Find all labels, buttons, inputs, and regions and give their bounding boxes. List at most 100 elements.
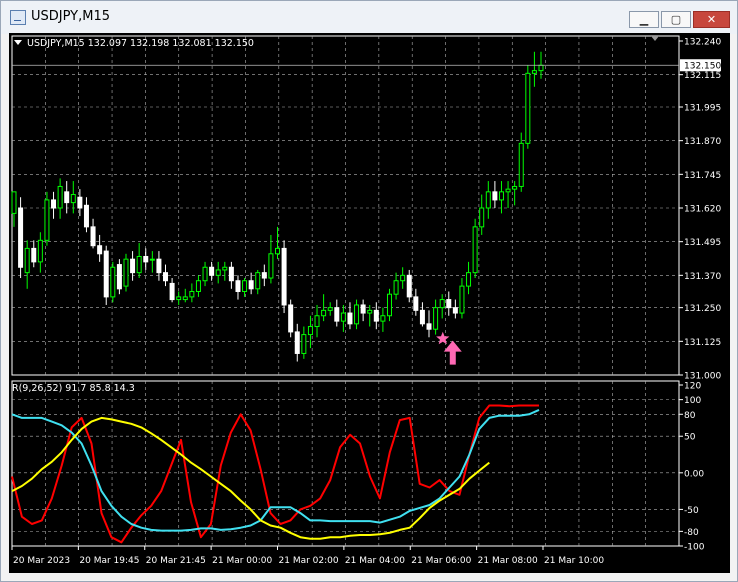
candle-body xyxy=(143,255,149,263)
candle-body xyxy=(538,64,544,72)
chart-area[interactable]: USDJPY,M15 132.097 132.198 132.081 132.1… xyxy=(9,33,730,573)
time-tick-label: 20 Mar 21:45 xyxy=(146,556,206,566)
candle-body xyxy=(24,247,30,274)
candle-body xyxy=(169,282,175,301)
candle-body xyxy=(248,280,254,290)
candle-body xyxy=(110,266,116,298)
time-tick-label: 21 Mar 02:00 xyxy=(279,556,339,566)
candle-body xyxy=(195,280,201,292)
candle-body xyxy=(136,255,142,274)
time-tick-label: 20 Mar 2023 xyxy=(13,556,70,566)
candle-body xyxy=(44,199,50,241)
candle-body xyxy=(235,280,241,292)
price-panel[interactable]: USDJPY,M15 132.097 132.198 132.081 132.1… xyxy=(14,38,254,49)
indicator-tick-label: 100 xyxy=(684,396,701,406)
candle-body xyxy=(97,245,103,255)
close-button[interactable]: ✕ xyxy=(693,11,730,28)
price-tick-label: 131.870 xyxy=(684,137,721,147)
indicator-tick-label: -50 xyxy=(684,506,699,516)
candle-body xyxy=(386,293,392,317)
chart-background xyxy=(9,33,730,573)
candle-body xyxy=(512,185,518,190)
window-title: USDJPY,M15 xyxy=(31,9,110,24)
chart-window-icon xyxy=(10,10,26,25)
candle-body xyxy=(393,280,399,295)
candle-body xyxy=(531,70,537,74)
price-tick-label: 131.495 xyxy=(684,238,721,248)
candle-body xyxy=(360,304,366,314)
candle-body xyxy=(413,296,419,311)
candle-body xyxy=(466,272,472,287)
candle-body xyxy=(334,307,340,322)
candle-body xyxy=(301,334,307,354)
candle-body xyxy=(182,296,188,301)
candle-body xyxy=(347,312,353,325)
candle-body xyxy=(419,309,425,325)
candle-body xyxy=(70,194,76,204)
price-tick-label: 132.115 xyxy=(684,71,721,81)
candle-body xyxy=(90,226,96,247)
current-price-label: 132.150 xyxy=(684,62,721,72)
time-tick-label: 21 Mar 00:00 xyxy=(212,556,272,566)
candle-body xyxy=(498,191,504,201)
candle-body xyxy=(307,326,313,336)
candle-body xyxy=(314,315,320,328)
time-tick-label: 21 Mar 08:00 xyxy=(478,556,538,566)
price-tick-label: 131.125 xyxy=(684,338,721,348)
price-tick-label: 132.240 xyxy=(684,38,721,48)
candle-body xyxy=(242,280,248,292)
candle-body xyxy=(479,207,485,228)
candle-body xyxy=(275,247,280,255)
candle-body xyxy=(176,296,182,301)
candle-body xyxy=(268,253,274,279)
candle-body xyxy=(446,299,452,309)
symbol-header: USDJPY,M15 132.097 132.198 132.081 132.1… xyxy=(27,38,254,49)
candle-body xyxy=(340,312,346,322)
candle-body xyxy=(189,291,195,298)
candle-body xyxy=(492,191,498,201)
candle-body xyxy=(373,309,379,322)
candle-body xyxy=(321,309,327,317)
candle-body xyxy=(406,274,412,298)
candle-body xyxy=(149,258,155,261)
minimize-button[interactable]: ▁ xyxy=(629,11,659,28)
maximize-button[interactable]: ▢ xyxy=(661,11,691,28)
price-tick-label: 131.250 xyxy=(684,304,721,314)
indicator-tick-label: 80 xyxy=(684,411,696,421)
candle-body xyxy=(18,207,24,268)
candle-body xyxy=(77,196,83,209)
candle-body xyxy=(215,269,221,276)
price-tick-label: 131.620 xyxy=(684,205,721,215)
price-tick-label: 131.745 xyxy=(684,171,721,181)
candle-body xyxy=(123,258,129,287)
candle-body xyxy=(452,307,458,314)
candle-body xyxy=(380,315,386,322)
candle-body xyxy=(354,304,360,325)
time-tick-label: 21 Mar 06:00 xyxy=(411,556,471,566)
candle-body xyxy=(518,142,524,187)
candle-body xyxy=(64,191,70,204)
candle-body xyxy=(163,272,169,282)
indicator-tick-label: 0.00 xyxy=(684,469,704,479)
time-tick-label: 21 Mar 10:00 xyxy=(544,556,604,566)
indicator-tick-label: 50 xyxy=(684,433,696,443)
candle-body xyxy=(400,274,406,282)
candle-body xyxy=(255,272,261,290)
candle-body xyxy=(367,309,373,314)
candle-body xyxy=(202,266,208,282)
candle-body xyxy=(294,331,300,354)
indicator-legend: R(9,26,52) 91.7 85.8 14.3 xyxy=(12,383,135,394)
candle-body xyxy=(288,304,294,333)
candle-body xyxy=(116,264,122,290)
candle-body xyxy=(505,188,511,193)
candle-body xyxy=(156,258,162,274)
title-bar[interactable]: USDJPY,M15 ▁ ▢ ✕ xyxy=(1,1,737,34)
candle-body xyxy=(485,191,491,209)
candle-body xyxy=(37,239,43,263)
candle-body xyxy=(261,272,267,279)
candle-body xyxy=(281,247,287,306)
indicator-panel[interactable]: R(9,26,52) 91.7 85.8 14.3 xyxy=(12,383,135,394)
candle-body xyxy=(459,285,465,314)
indicator-tick-label: 120 xyxy=(684,382,701,392)
candle-body xyxy=(57,185,63,209)
